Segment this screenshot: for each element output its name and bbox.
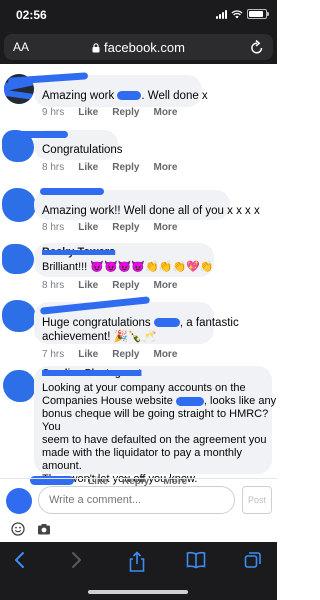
avatar[interactable] bbox=[2, 188, 36, 222]
avatar[interactable] bbox=[2, 244, 34, 274]
forward-icon[interactable] bbox=[69, 551, 83, 569]
address-bar[interactable]: AA facebook.com bbox=[4, 34, 273, 60]
comment-actions: 8 hrs Like Reply More bbox=[42, 162, 177, 173]
avatar[interactable] bbox=[2, 300, 36, 332]
comment-text: Looking at your company accounts on the … bbox=[42, 382, 277, 485]
comment-time: 8 hrs bbox=[42, 222, 65, 233]
status-icons bbox=[216, 9, 269, 19]
comment-text: Amazing work . Well done x bbox=[42, 90, 208, 102]
cellular-signal-icon bbox=[216, 9, 227, 19]
reply-button[interactable]: Reply bbox=[112, 162, 139, 173]
comment-time: 8 hrs bbox=[42, 162, 65, 173]
more-button[interactable]: More bbox=[153, 349, 177, 360]
camera-icon[interactable] bbox=[37, 522, 51, 536]
like-button[interactable]: Like bbox=[78, 107, 98, 118]
home-indicator bbox=[88, 590, 188, 594]
bookmarks-icon[interactable] bbox=[186, 551, 206, 569]
tabs-icon[interactable] bbox=[244, 551, 262, 569]
battery-icon bbox=[247, 9, 269, 19]
comment-text: Amazing work!! Well done all of you x x … bbox=[42, 205, 260, 217]
lock-icon bbox=[92, 43, 100, 53]
reply-button[interactable]: Reply bbox=[112, 107, 139, 118]
comment-actions: 7 hrs Like Reply More bbox=[42, 349, 177, 360]
status-time: 02:56 bbox=[16, 8, 47, 22]
share-icon[interactable] bbox=[128, 551, 146, 573]
comment-time: 9 hrs bbox=[42, 107, 65, 118]
comment-actions: 8 hrs Like Reply More bbox=[42, 222, 177, 233]
emoji-icon[interactable] bbox=[11, 522, 25, 536]
like-button[interactable]: Like bbox=[78, 280, 98, 291]
browser-top-chrome: 02:56 AA facebook.com bbox=[0, 0, 277, 64]
url-field[interactable]: facebook.com bbox=[4, 40, 273, 55]
author-name-redacted[interactable] bbox=[40, 188, 104, 195]
reply-button[interactable]: Reply bbox=[112, 280, 139, 291]
reply-button[interactable]: Reply bbox=[112, 349, 139, 360]
more-button[interactable]: More bbox=[153, 107, 177, 118]
reload-icon[interactable] bbox=[250, 39, 264, 55]
back-icon[interactable] bbox=[13, 551, 27, 569]
more-button[interactable]: More bbox=[153, 222, 177, 233]
comment-input[interactable] bbox=[38, 486, 235, 514]
composer-tools bbox=[0, 518, 277, 542]
browser-toolbar bbox=[0, 542, 277, 600]
comment-time: 8 hrs bbox=[42, 280, 65, 291]
comment-time: 7 hrs bbox=[42, 349, 65, 360]
redacted-name bbox=[153, 318, 180, 328]
comment-actions: 8 hrs Like Reply More bbox=[42, 280, 177, 291]
post-button[interactable]: Post bbox=[242, 486, 272, 514]
redacted-name bbox=[117, 91, 142, 101]
reply-button[interactable]: Reply bbox=[112, 222, 139, 233]
avatar[interactable] bbox=[3, 370, 35, 402]
more-button[interactable]: More bbox=[153, 280, 177, 291]
comment-text: Congratulations bbox=[42, 144, 123, 156]
comment-text: Huge congratulations , a fantastic achie… bbox=[42, 317, 239, 343]
wifi-icon bbox=[231, 9, 243, 18]
comment-actions: 9 hrs Like Reply More bbox=[42, 107, 177, 118]
more-button[interactable]: More bbox=[153, 162, 177, 173]
reply-composer: Post bbox=[0, 478, 277, 519]
avatar bbox=[6, 488, 32, 514]
url-text: facebook.com bbox=[104, 39, 185, 55]
like-button[interactable]: Like bbox=[78, 222, 98, 233]
comment-text: Brilliant!!! 😈😈😈😈👏👏👏💖👏 bbox=[42, 261, 214, 273]
comment-author[interactable]: Caroline Plantagenet bbox=[42, 368, 141, 379]
author-name-redacted[interactable] bbox=[14, 131, 68, 138]
like-button[interactable]: Like bbox=[78, 349, 98, 360]
like-button[interactable]: Like bbox=[78, 162, 98, 173]
redacted-name bbox=[175, 396, 204, 406]
comment-author[interactable]: Becky Towers bbox=[42, 246, 115, 258]
